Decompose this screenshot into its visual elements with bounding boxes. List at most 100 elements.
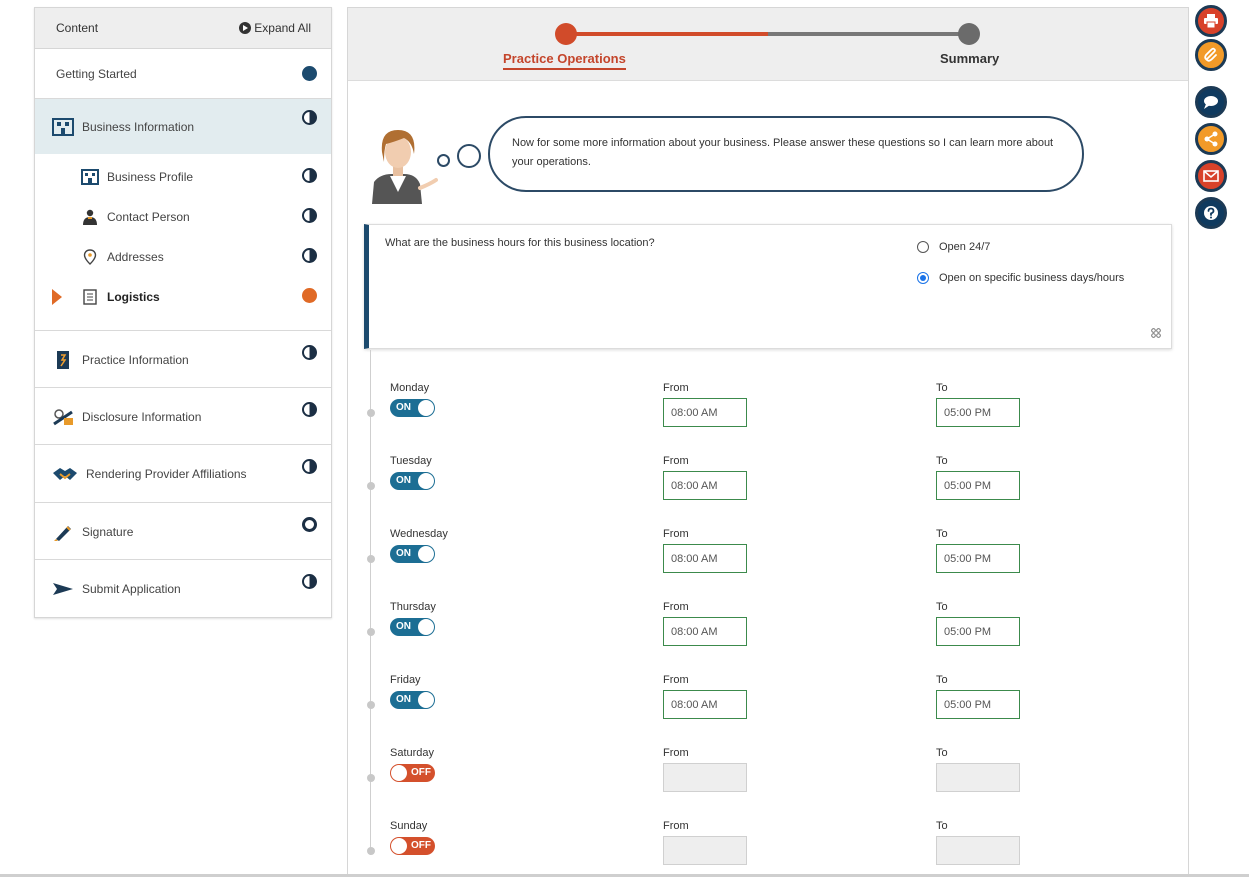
sidebar-item-label: Signature bbox=[82, 524, 134, 539]
practice-document-icon bbox=[57, 350, 69, 369]
sidebar-item-label: Disclosure Information bbox=[82, 409, 202, 424]
day-row-monday: Monday ON From To bbox=[364, 382, 1064, 442]
document-list-icon bbox=[83, 289, 97, 305]
timeline-dot bbox=[367, 482, 375, 490]
sidebar-item-practice-information[interactable]: Practice Information bbox=[35, 331, 331, 388]
building-icon bbox=[81, 169, 99, 185]
day-toggle-saturday[interactable]: OFF bbox=[390, 764, 435, 782]
timeline-dot bbox=[367, 774, 375, 782]
content-sidebar: Content Expand All Getting Started Busin… bbox=[34, 7, 332, 618]
day-toggle-wednesday[interactable]: ON bbox=[390, 545, 435, 563]
to-time-input-wednesday[interactable] bbox=[936, 544, 1020, 573]
radio-open-specific-hours[interactable]: Open on specific business days/hours bbox=[917, 272, 1124, 284]
question-card: What are the business hours for this bus… bbox=[364, 224, 1172, 349]
to-time-input-monday[interactable] bbox=[936, 398, 1020, 427]
sidebar-item-label: Business Information bbox=[82, 119, 195, 134]
sidebar-item-signature[interactable]: Signature bbox=[35, 503, 331, 560]
sidebar-item-logistics[interactable]: Logistics bbox=[35, 287, 331, 307]
sidebar-item-label: Submit Application bbox=[82, 581, 181, 596]
day-toggle-friday[interactable]: ON bbox=[390, 691, 435, 709]
from-time-input-monday[interactable] bbox=[663, 398, 747, 427]
status-partial-icon bbox=[302, 345, 317, 360]
expand-all-button[interactable]: Expand All bbox=[239, 21, 311, 35]
sidebar-title: Content bbox=[56, 21, 99, 35]
thought-dot-small bbox=[437, 154, 450, 167]
status-not-started-icon bbox=[302, 517, 317, 532]
step-label-practice-operations[interactable]: Practice Operations bbox=[503, 51, 626, 70]
radio-button-selected[interactable] bbox=[917, 272, 929, 284]
current-item-arrow-icon bbox=[52, 289, 62, 305]
to-label: To bbox=[936, 601, 948, 613]
share-button[interactable] bbox=[1195, 123, 1227, 155]
handshake-icon bbox=[53, 468, 77, 480]
toggle-label: ON bbox=[396, 548, 411, 559]
mail-button[interactable] bbox=[1195, 160, 1227, 192]
timeline-dot bbox=[367, 555, 375, 563]
to-label: To bbox=[936, 528, 948, 540]
timeline-dot bbox=[367, 847, 375, 855]
toggle-knob bbox=[418, 546, 434, 562]
print-button[interactable] bbox=[1195, 5, 1227, 37]
grid-icon[interactable] bbox=[1151, 328, 1161, 338]
from-time-input-thursday[interactable] bbox=[663, 617, 747, 646]
sidebar-item-contact-person[interactable]: Contact Person bbox=[35, 207, 331, 227]
to-time-input-sunday bbox=[936, 836, 1020, 865]
timeline-dot bbox=[367, 628, 375, 636]
timeline-dot bbox=[367, 409, 375, 417]
thought-dot-large bbox=[457, 144, 481, 168]
radio-open-24-7[interactable]: Open 24/7 bbox=[917, 241, 990, 253]
sidebar-item-label: Rendering Provider Affiliations bbox=[86, 467, 247, 481]
to-time-input-tuesday[interactable] bbox=[936, 471, 1020, 500]
attachment-icon bbox=[1204, 47, 1217, 62]
from-time-input-tuesday[interactable] bbox=[663, 471, 747, 500]
to-label: To bbox=[936, 674, 948, 686]
section-getting-started: Getting Started bbox=[35, 49, 331, 99]
from-time-input-saturday bbox=[663, 763, 747, 792]
day-name: Tuesday bbox=[390, 455, 432, 467]
from-time-input-sunday bbox=[663, 836, 747, 865]
day-toggle-monday[interactable]: ON bbox=[390, 399, 435, 417]
status-partial-icon bbox=[302, 208, 317, 223]
day-row-thursday: Thursday ON From To bbox=[364, 601, 1064, 661]
from-label: From bbox=[663, 601, 689, 613]
sidebar-item-getting-started[interactable]: Getting Started bbox=[35, 49, 331, 99]
disclosure-icon bbox=[53, 408, 73, 425]
to-label: To bbox=[936, 820, 948, 832]
section-business-information: Business Information Business Profile Co… bbox=[35, 99, 331, 331]
from-time-input-wednesday[interactable] bbox=[663, 544, 747, 573]
sidebar-item-rendering-provider-affiliations[interactable]: Rendering Provider Affiliations bbox=[35, 445, 331, 503]
day-toggle-tuesday[interactable]: ON bbox=[390, 472, 435, 490]
toggle-label: ON bbox=[396, 694, 411, 705]
from-time-input-friday[interactable] bbox=[663, 690, 747, 719]
chat-button[interactable] bbox=[1195, 86, 1227, 118]
step-node-practice-operations[interactable] bbox=[555, 23, 577, 45]
help-button[interactable] bbox=[1195, 197, 1227, 229]
sidebar-header: Content Expand All bbox=[35, 8, 331, 49]
step-label-summary[interactable]: Summary bbox=[940, 51, 999, 66]
person-icon bbox=[83, 209, 97, 225]
from-label: From bbox=[663, 674, 689, 686]
attachment-button[interactable] bbox=[1195, 39, 1227, 71]
sidebar-item-submit-application[interactable]: Submit Application bbox=[35, 560, 331, 617]
share-icon bbox=[1204, 131, 1218, 147]
sidebar-item-disclosure-information[interactable]: Disclosure Information bbox=[35, 388, 331, 445]
sidebar-item-business-profile[interactable]: Business Profile bbox=[35, 167, 331, 187]
progress-stepper: Practice Operations Summary bbox=[348, 8, 1188, 81]
toggle-label: ON bbox=[396, 475, 411, 486]
day-name: Thursday bbox=[390, 601, 436, 613]
day-toggle-sunday[interactable]: OFF bbox=[390, 837, 435, 855]
day-row-wednesday: Wednesday ON From To bbox=[364, 528, 1064, 588]
step-node-summary[interactable] bbox=[958, 23, 980, 45]
day-name: Friday bbox=[390, 674, 421, 686]
day-toggle-thursday[interactable]: ON bbox=[390, 618, 435, 636]
to-time-input-friday[interactable] bbox=[936, 690, 1020, 719]
day-name: Saturday bbox=[390, 747, 435, 759]
from-label: From bbox=[663, 382, 689, 394]
to-time-input-saturday bbox=[936, 763, 1020, 792]
sidebar-item-business-information[interactable]: Business Information bbox=[35, 99, 331, 154]
sidebar-item-addresses[interactable]: Addresses bbox=[35, 247, 331, 267]
to-time-input-thursday[interactable] bbox=[936, 617, 1020, 646]
print-icon bbox=[1204, 14, 1218, 29]
radio-button[interactable] bbox=[917, 241, 929, 253]
expand-all-label: Expand All bbox=[254, 21, 311, 35]
